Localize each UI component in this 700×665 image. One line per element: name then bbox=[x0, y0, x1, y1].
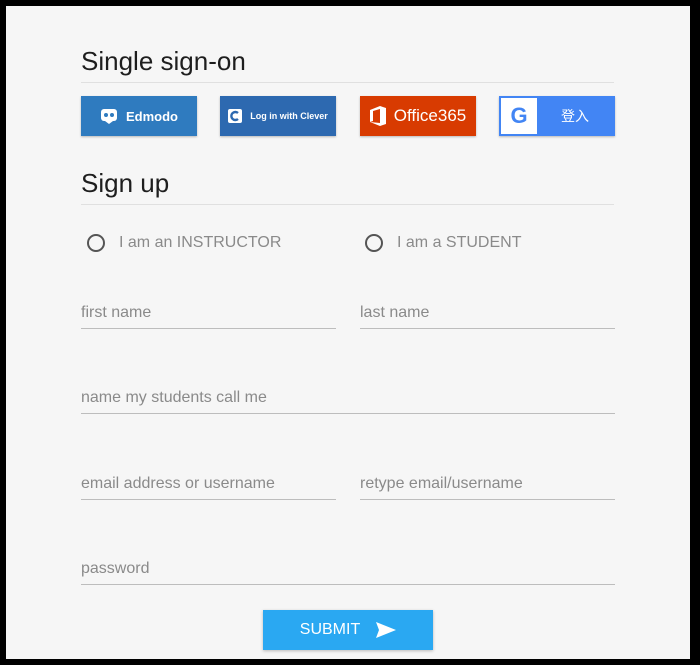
edmodo-label: Edmodo bbox=[126, 108, 178, 124]
sso-heading: Single sign-on bbox=[81, 46, 614, 83]
signup-heading: Sign up bbox=[81, 168, 614, 205]
password-field-wrapper bbox=[81, 554, 615, 585]
clever-button[interactable]: Log in with Clever bbox=[220, 96, 336, 136]
password-field[interactable] bbox=[81, 554, 615, 584]
edmodo-logo-icon bbox=[100, 107, 118, 125]
first-name-field-wrapper bbox=[81, 298, 336, 329]
retype-email-field[interactable] bbox=[360, 469, 615, 499]
retype-email-field-wrapper bbox=[360, 469, 615, 500]
google-logo-icon: G bbox=[501, 98, 537, 134]
display-name-field-wrapper bbox=[81, 383, 615, 414]
office-label: Office365 bbox=[393, 106, 467, 125]
submit-button[interactable]: SUBMIT bbox=[263, 610, 433, 650]
email-field[interactable] bbox=[81, 469, 336, 499]
radio-circle-icon[interactable] bbox=[365, 234, 383, 252]
student-radio-label: I am a STUDENT bbox=[397, 234, 522, 251]
email-field-wrapper bbox=[81, 469, 336, 500]
google-signin-button[interactable]: G 登入 bbox=[499, 96, 615, 136]
instructor-radio-label: I am an INSTRUCTOR bbox=[119, 234, 282, 251]
edmodo-button[interactable]: Edmodo bbox=[81, 96, 197, 136]
clever-label: Log in with Clever bbox=[250, 111, 328, 121]
submit-label: SUBMIT bbox=[299, 621, 361, 638]
last-name-field-wrapper bbox=[360, 298, 615, 329]
send-icon bbox=[376, 622, 397, 638]
clever-logo-icon bbox=[228, 109, 243, 123]
instructor-radio[interactable]: I am an INSTRUCTOR bbox=[87, 234, 281, 252]
first-name-field[interactable] bbox=[81, 298, 336, 328]
display-name-field[interactable] bbox=[81, 383, 615, 413]
last-name-field[interactable] bbox=[360, 298, 615, 328]
radio-circle-icon[interactable] bbox=[87, 234, 105, 252]
google-label: 登入 bbox=[561, 108, 589, 124]
signup-panel: Single sign-on Edmodo Log in with Clever bbox=[6, 6, 690, 659]
office365-button[interactable]: Office365 bbox=[360, 96, 476, 136]
office-logo-icon bbox=[369, 106, 386, 126]
student-radio[interactable]: I am a STUDENT bbox=[365, 234, 521, 252]
